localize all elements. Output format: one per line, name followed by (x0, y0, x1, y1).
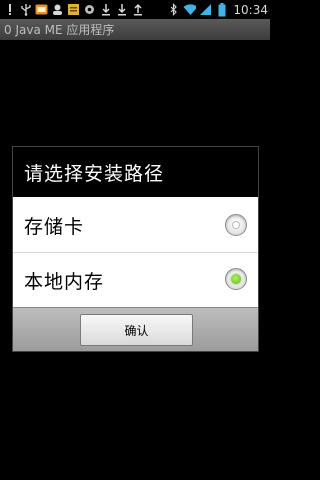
usb-icon (19, 3, 32, 16)
status-bar: 10:34 (0, 0, 270, 19)
system-icons: 10:34 (167, 0, 268, 19)
dialog-header: 请选择安装路径 (13, 147, 258, 199)
dialog-title: 请选择安装路径 (24, 162, 165, 185)
download-icon (115, 3, 128, 16)
radio-button-unselected[interactable] (225, 214, 247, 236)
option-storage-card[interactable]: 存储卡 (13, 199, 258, 253)
app-title-bar: 0 Java ME 应用程序 (0, 19, 270, 40)
download-icon (99, 3, 112, 16)
settings-icon (83, 3, 96, 16)
exclamation-icon (3, 3, 16, 16)
upload-icon (131, 3, 144, 16)
notification-icons (3, 3, 144, 16)
option-label: 本地内存 (24, 270, 105, 293)
confirm-button[interactable]: 确认 (80, 314, 193, 346)
option-local-memory[interactable]: 本地内存 (13, 253, 258, 307)
install-path-dialog: 请选择安装路径 存储卡 本地内存 确认 (12, 146, 259, 352)
mail-icon (35, 3, 48, 16)
signal-icon (199, 3, 212, 16)
option-label: 存储卡 (24, 216, 85, 238)
bluetooth-icon (167, 3, 180, 16)
radio-button-selected[interactable] (225, 268, 247, 290)
dialog-button-bar: 确认 (13, 307, 258, 351)
status-clock: 10:34 (233, 2, 268, 17)
wifi-icon (183, 3, 197, 16)
radio-dot-selected (231, 274, 241, 284)
battery-icon (215, 2, 228, 16)
file-icon (67, 3, 80, 16)
user-icon (51, 3, 64, 16)
radio-dot (232, 221, 240, 229)
app-title: 0 Java ME 应用程序 (4, 23, 115, 37)
